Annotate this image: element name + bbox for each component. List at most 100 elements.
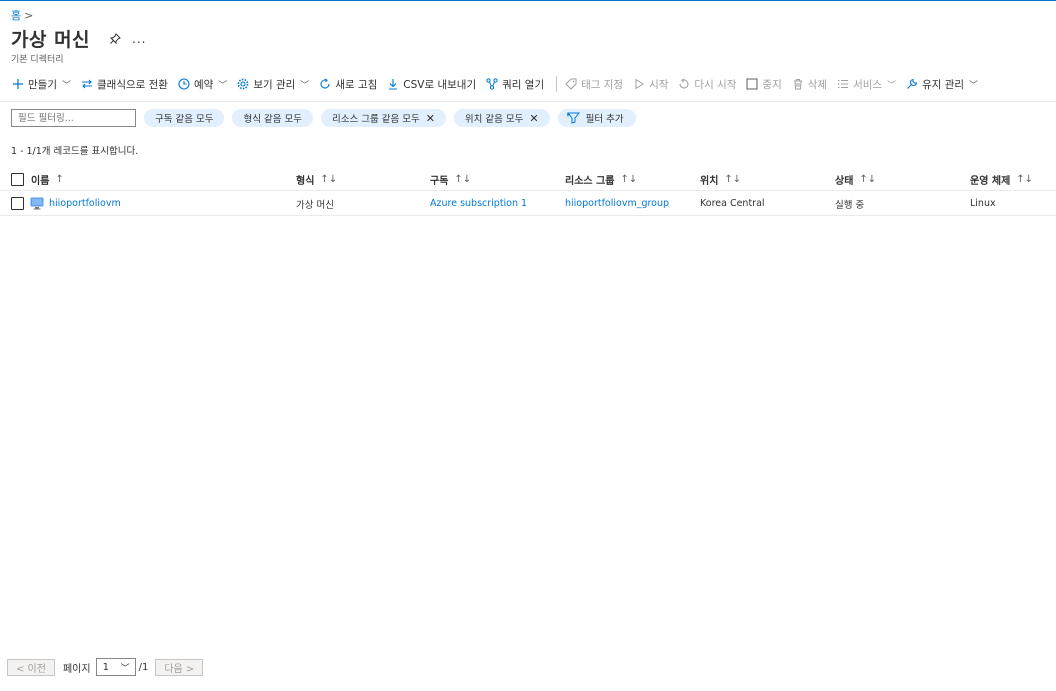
page-title: 가상 머신 (11, 29, 91, 51)
open-query-label: 쿼리 열기 (502, 78, 545, 91)
table-row[interactable]: hiioportfoliovm 가상 머신 Azure subscription… (0, 192, 1056, 216)
view-manage-label: 보기 관리 (253, 78, 296, 91)
header-location-cell[interactable]: 위치 ↑↓ (700, 168, 741, 190)
delete-button[interactable]: 삭제 (792, 77, 827, 92)
tag-icon (565, 78, 577, 90)
chevron-down-icon: ﹀ (120, 663, 130, 674)
select-all-checkbox[interactable] (11, 172, 24, 186)
sort-icon[interactable]: ↑↓ (1016, 174, 1033, 185)
stop-icon (746, 78, 758, 90)
download-icon (389, 79, 398, 90)
close-icon[interactable]: ✕ (426, 112, 435, 125)
page-label: 페이지 (62, 663, 91, 675)
command-bar: 만들기 ﹀ 클래식으로 전환 예약 ﹀ 보기 관리 ﹀ 새로 고침 CSV로 내… (12, 74, 988, 94)
switch-classic-label: 클래식으로 전환 (97, 78, 168, 91)
toolbar-divider (556, 76, 558, 92)
switch-classic-button[interactable]: 클래식으로 전환 (81, 77, 168, 92)
resource-group-link[interactable]: hiioportfoliovm_group (565, 192, 669, 215)
header-subscription-cell[interactable]: 구독 ↑↓ (430, 168, 471, 190)
header-os-cell[interactable]: 운영 체제 ↑↓ (970, 168, 1033, 190)
row-os-cell: Linux (970, 198, 996, 209)
view-manage-button[interactable]: 보기 관리 ﹀ (237, 77, 309, 92)
restart-icon (679, 78, 689, 89)
refresh-button[interactable]: 새로 고침 (319, 77, 377, 92)
column-os: 운영 체제 (970, 175, 1011, 187)
column-status: 상태 (835, 175, 854, 187)
reservation-label: 예약 (193, 78, 214, 91)
trash-icon (793, 79, 802, 90)
subscription-link[interactable]: Azure subscription 1 (430, 192, 527, 215)
start-label: 시작 (649, 78, 669, 91)
switch-arrows-icon (82, 79, 92, 89)
table-header: 이름 ↑ 형식 ↑↓ 구독 ↑↓ 리소스 그룹 ↑↓ 위치 ↑↓ 상태 ↑↓ 운… (0, 168, 1056, 191)
gear-icon (237, 78, 249, 90)
restart-button[interactable]: 다시 시작 (678, 77, 736, 92)
services-button[interactable]: 서비스 ﹀ (837, 77, 896, 92)
start-button[interactable]: 시작 (633, 77, 668, 92)
pin-icon[interactable] (108, 32, 122, 46)
sort-icon[interactable]: ↑↓ (724, 174, 741, 185)
row-checkbox[interactable] (11, 197, 24, 210)
row-type-cell: 가상 머신 (296, 199, 334, 211)
page-select[interactable]: 1 ﹀ (95, 658, 136, 676)
breadcrumb-home[interactable]: 홈 (11, 7, 21, 23)
header-type-cell[interactable]: 형식 ↑↓ (296, 168, 337, 190)
sort-icon[interactable]: ↑↓ (454, 174, 471, 185)
chevron-down-icon: ﹀ (61, 80, 71, 91)
restart-label: 다시 시작 (694, 78, 737, 91)
wrench-icon (907, 78, 918, 89)
filter-pill-label: 구독 같음 모두 (155, 114, 214, 125)
records-count: 1 - 1/1개 레코드를 표시합니다. (11, 146, 139, 157)
reservation-button[interactable]: 예약 ﹀ (178, 77, 227, 92)
query-graph-icon (486, 78, 498, 90)
virtual-machine-icon (30, 197, 44, 210)
sort-icon[interactable]: ↑↓ (620, 174, 637, 185)
assign-tags-button[interactable]: 태그 지정 (565, 77, 623, 92)
filter-pill-label: 리소스 그룹 같음 모두 (331, 114, 420, 125)
chevron-down-icon: ﹀ (969, 80, 979, 91)
column-subscription: 구독 (430, 175, 449, 187)
filter-pill-label: 위치 같음 모두 (464, 114, 524, 125)
export-csv-button[interactable]: CSV로 내보내기 (387, 77, 476, 92)
play-icon (635, 78, 645, 90)
create-button[interactable]: 만들기 ﹀ (12, 77, 71, 92)
title-row: 가상 머신 ... (11, 25, 147, 52)
more-options-icon[interactable]: ... (132, 32, 146, 46)
resource-group-filter-pill[interactable]: 리소스 그룹 같음 모두 ✕ (320, 109, 446, 127)
services-label: 서비스 (853, 78, 883, 91)
delete-label: 삭제 (807, 78, 828, 91)
page-select-value: 1 (102, 661, 109, 673)
column-name: 이름 (31, 175, 50, 187)
sort-icon[interactable]: ↑↓ (320, 174, 337, 185)
column-resource-group: 리소스 그룹 (565, 175, 615, 187)
open-query-button[interactable]: 쿼리 열기 (486, 77, 544, 92)
header-name-cell[interactable]: 이름 ↑ (11, 168, 64, 190)
refresh-label: 새로 고침 (335, 78, 378, 91)
location-filter-pill[interactable]: 위치 같음 모두 ✕ (453, 109, 550, 127)
row-name-cell: hiioportfoliovm (11, 192, 121, 215)
subscription-filter-pill[interactable]: 구독 같음 모두 (144, 109, 225, 127)
list-icon (838, 80, 849, 88)
filter-field-input[interactable] (11, 109, 136, 127)
add-filter-icon (566, 112, 580, 124)
breadcrumb: 홈 > (11, 7, 33, 23)
vm-name-link[interactable]: hiioportfoliovm (49, 198, 121, 209)
sort-icon[interactable]: ↑↓ (859, 174, 876, 185)
filter-pill-label: 형식 같음 모두 (243, 114, 302, 125)
stop-button[interactable]: 중지 (746, 77, 782, 92)
previous-page-button[interactable]: < 이전 (7, 658, 55, 676)
header-status-cell[interactable]: 상태 ↑↓ (835, 168, 876, 190)
maintenance-button[interactable]: 유지 관리 ﹀ (906, 77, 978, 92)
stop-label: 중지 (762, 78, 782, 91)
close-icon[interactable]: ✕ (529, 112, 538, 125)
type-filter-pill[interactable]: 형식 같음 모두 (232, 109, 313, 127)
sort-icon[interactable]: ↑ (55, 174, 63, 185)
header-resource-group-cell[interactable]: 리소스 그룹 ↑↓ (565, 168, 637, 190)
plus-icon (13, 79, 23, 89)
column-location: 위치 (700, 175, 719, 187)
next-page-button[interactable]: 다음 > (155, 658, 204, 676)
create-label: 만들기 (28, 78, 57, 91)
filter-bar: 구독 같음 모두 형식 같음 모두 리소스 그룹 같음 모두 ✕ 위치 같음 모두… (11, 108, 636, 128)
clock-icon (178, 78, 190, 90)
add-filter-button[interactable]: 필터 추가 (557, 109, 636, 127)
